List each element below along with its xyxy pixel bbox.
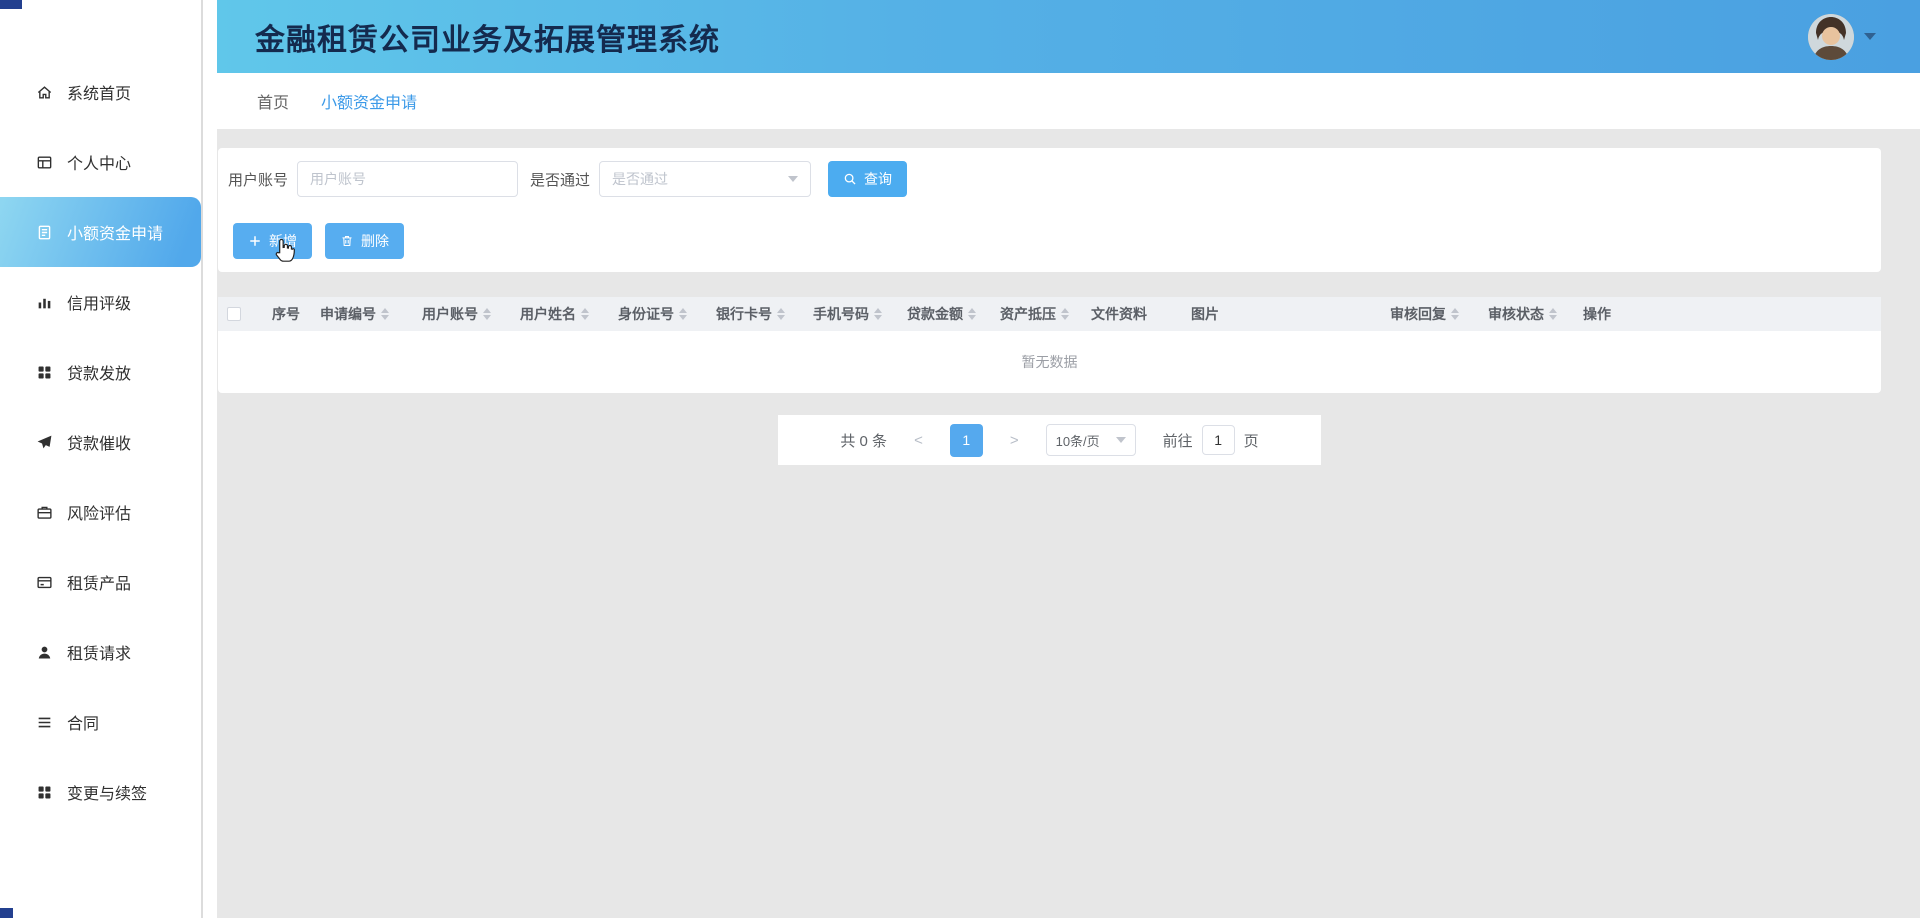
add-button-label: 新增 [269, 231, 297, 251]
table-column-header[interactable]: 文件资料 [1091, 297, 1191, 331]
document-icon [36, 224, 53, 241]
table-column-header[interactable]: 操作 [1583, 297, 1881, 331]
sidebar-item[interactable]: 贷款催收 [0, 407, 201, 477]
search-button[interactable]: 查询 [828, 161, 907, 197]
table-column-header[interactable]: 图片 [1191, 297, 1390, 331]
data-table: 序号 申请编号 用户账号 用户姓名 身份证号 银行卡号 手机号码 贷款金额 资产… [218, 297, 1881, 393]
account-input[interactable] [297, 161, 518, 197]
approved-label: 是否通过 [530, 169, 590, 190]
chevron-down-icon [788, 176, 798, 182]
select-all-column[interactable] [218, 297, 272, 331]
page-1-button[interactable]: 1 [950, 424, 983, 457]
sidebar-item[interactable]: 贷款发放 [0, 337, 201, 407]
sidebar-divider [201, 0, 203, 918]
delete-button[interactable]: 删除 [325, 223, 404, 259]
table-column-header[interactable]: 申请编号 [320, 297, 422, 331]
add-button[interactable]: 新增 [233, 223, 312, 259]
sort-icon[interactable] [1549, 308, 1557, 320]
pagination: 共 0 条 < 1 > 10条/页 前往 页 [778, 415, 1320, 465]
trash-icon [340, 234, 354, 248]
sidebar-item[interactable]: 个人中心 [0, 127, 201, 197]
plus-icon [248, 234, 262, 248]
table-column-header[interactable]: 审核回复 [1390, 297, 1488, 331]
list-icon [36, 714, 53, 731]
next-page-button[interactable]: > [1010, 432, 1019, 449]
prev-page-button[interactable]: < [914, 432, 923, 449]
pagination-total: 共 0 条 [840, 430, 887, 451]
scroll-corner-bottom [0, 908, 13, 918]
chevron-down-icon[interactable] [1864, 33, 1876, 40]
table-column-header[interactable]: 银行卡号 [716, 297, 813, 331]
sidebar-item[interactable]: 风险评估 [0, 477, 201, 547]
sort-icon[interactable] [581, 308, 589, 320]
table-column-header[interactable]: 资产抵压 [1000, 297, 1091, 331]
chevron-down-icon [1116, 437, 1126, 443]
approved-select-placeholder: 是否通过 [612, 169, 668, 189]
user-avatar[interactable] [1808, 14, 1854, 60]
goto-page-input[interactable] [1202, 425, 1235, 455]
sort-icon[interactable] [968, 308, 976, 320]
sidebar-item[interactable]: 小额资金申请 [0, 197, 201, 267]
delete-button-label: 删除 [361, 231, 389, 251]
toolbar-row: 新增 删除 [228, 223, 1871, 259]
tab-small-fund-application[interactable]: 小额资金申请 [321, 89, 417, 113]
table-column-header[interactable]: 用户姓名 [520, 297, 618, 331]
tab-home[interactable]: 首页 [257, 89, 289, 113]
table-column-header[interactable]: 贷款金额 [907, 297, 1000, 331]
panel-icon [36, 154, 53, 171]
goto-unit: 页 [1244, 430, 1259, 451]
account-label: 用户账号 [228, 169, 288, 190]
sort-icon[interactable] [777, 308, 785, 320]
empty-text: 暂无数据 [1022, 352, 1078, 372]
breadcrumb-tabs: 首页 小额资金申请 [217, 73, 1920, 129]
sort-icon[interactable] [1451, 308, 1459, 320]
sidebar: 系统首页 个人中心 小额资金申请 信用评级 贷款发放 贷款催收 风险评估 租赁产… [0, 0, 217, 918]
approved-select[interactable]: 是否通过 [599, 161, 811, 197]
goto-label: 前往 [1163, 430, 1193, 451]
sidebar-menu: 系统首页 个人中心 小额资金申请 信用评级 贷款发放 贷款催收 风险评估 租赁产… [0, 0, 201, 827]
table-column-header[interactable]: 用户账号 [422, 297, 520, 331]
sidebar-item[interactable]: 租赁产品 [0, 547, 201, 617]
page-jumper: 前往 页 [1163, 425, 1259, 455]
app-header: 金融租赁公司业务及拓展管理系统 [217, 0, 1920, 73]
sort-icon[interactable] [483, 308, 491, 320]
sidebar-item[interactable]: 租赁请求 [0, 617, 201, 687]
filter-card: 用户账号 是否通过 是否通过 查询 新增 删 [218, 148, 1881, 272]
grid-icon [36, 784, 53, 801]
user-icon [36, 644, 53, 661]
table-header-row: 序号 申请编号 用户账号 用户姓名 身份证号 银行卡号 手机号码 贷款金额 资产… [218, 297, 1881, 331]
content-area: 用户账号 是否通过 是否通过 查询 新增 删 [217, 129, 1920, 918]
page-size-select[interactable]: 10条/页 [1046, 424, 1136, 456]
sort-icon[interactable] [679, 308, 687, 320]
select-all-checkbox[interactable] [227, 307, 241, 321]
page-size-value: 10条/页 [1056, 431, 1100, 450]
filter-row: 用户账号 是否通过 是否通过 查询 [228, 161, 1871, 197]
table-column-header[interactable]: 审核状态 [1488, 297, 1583, 331]
sort-icon[interactable] [381, 308, 389, 320]
home-icon [36, 84, 53, 101]
pagination-wrap: 共 0 条 < 1 > 10条/页 前往 页 [218, 415, 1881, 465]
sidebar-item[interactable]: 合同 [0, 687, 201, 757]
scroll-corner-top [0, 0, 22, 9]
card-icon [36, 574, 53, 591]
table-column-header[interactable]: 身份证号 [618, 297, 716, 331]
sort-icon[interactable] [874, 308, 882, 320]
bar-chart-icon [36, 294, 53, 311]
briefcase-icon [36, 504, 53, 521]
search-icon [843, 172, 857, 186]
table-column-header[interactable]: 序号 [272, 297, 320, 331]
sort-icon[interactable] [1061, 308, 1069, 320]
table-empty-row: 暂无数据 [218, 331, 1881, 393]
sidebar-item[interactable]: 变更与续签 [0, 757, 201, 827]
table-column-header[interactable]: 手机号码 [813, 297, 907, 331]
main-area: 金融租赁公司业务及拓展管理系统 首页 小额资金申请 用户账号 是否通过 [217, 0, 1920, 918]
grid-icon [36, 364, 53, 381]
page-title: 金融租赁公司业务及拓展管理系统 [255, 15, 720, 59]
user-menu[interactable] [1808, 14, 1876, 60]
search-button-label: 查询 [864, 169, 892, 189]
send-icon [36, 434, 53, 451]
sidebar-item[interactable]: 信用评级 [0, 267, 201, 337]
sidebar-item[interactable]: 系统首页 [0, 57, 201, 127]
